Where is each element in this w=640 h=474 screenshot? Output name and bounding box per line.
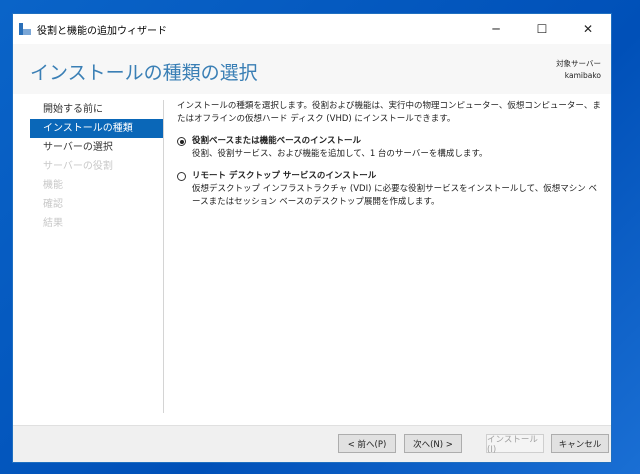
cancel-button[interactable]: キャンセル — [551, 434, 609, 453]
next-button[interactable]: 次へ(N) > — [404, 434, 462, 453]
nav-server-selection[interactable]: サーバーの選択 — [30, 138, 164, 157]
nav-features: 機能 — [43, 180, 63, 191]
nav-results: 結果 — [43, 218, 63, 229]
content-pane: インストールの種類を選択します。役割および機能は、実行中の物理コンピューター、仮… — [177, 100, 601, 209]
target-server-label: 対象サーバー — [556, 59, 601, 68]
option-remote-desktop[interactable]: リモート デスクトップ サービスのインストール 仮想デスクトップ インフラストラ… — [177, 170, 601, 209]
option-description: 役割、役割サービス、および機能を追加して、1 台のサーバーを構成します。 — [192, 149, 488, 159]
option-label[interactable]: リモート デスクトップ サービスのインストール — [192, 170, 376, 183]
target-server-name: kamibako — [564, 71, 601, 80]
nav-confirmation: 確認 — [43, 199, 63, 210]
divider — [163, 100, 164, 413]
window-title: 役割と機能の追加ウィザード — [37, 25, 167, 37]
wizard-window: 役割と機能の追加ウィザード ─ ☐ ✕ インストールの種類の選択 対象サーバー … — [12, 13, 612, 463]
footer: < 前へ(P) 次へ(N) > インストール(I) キャンセル — [13, 425, 611, 462]
option-label[interactable]: 役割ベースまたは機能ベースのインストール — [192, 135, 361, 148]
previous-button[interactable]: < 前へ(P) — [338, 434, 396, 453]
maximize-button[interactable]: ☐ — [519, 14, 565, 44]
target-server: 対象サーバー kamibako — [556, 58, 601, 82]
install-button: インストール(I) — [486, 434, 544, 455]
nav-before-you-begin[interactable]: 開始する前に — [30, 100, 164, 119]
radio-role-based[interactable] — [177, 137, 186, 146]
minimize-button[interactable]: ─ — [473, 14, 519, 44]
radio-remote-desktop[interactable] — [177, 172, 186, 181]
intro-text: インストールの種類を選択します。役割および機能は、実行中の物理コンピューター、仮… — [177, 101, 601, 124]
page-header: インストールの種類の選択 対象サーバー kamibako — [13, 44, 611, 94]
nav-installation-type[interactable]: インストールの種類 — [30, 119, 164, 138]
server-manager-icon — [19, 23, 31, 35]
page-title: インストールの種類の選択 — [30, 62, 258, 84]
option-role-based[interactable]: 役割ベースまたは機能ベースのインストール 役割、役割サービス、および機能を追加し… — [177, 135, 601, 161]
title-bar[interactable]: 役割と機能の追加ウィザード ─ ☐ ✕ — [13, 14, 611, 44]
option-description: 仮想デスクトップ インフラストラクチャ (VDI) に必要な役割サービスをインス… — [192, 184, 597, 207]
nav-server-roles: サーバーの役割 — [43, 161, 113, 172]
close-button[interactable]: ✕ — [565, 14, 611, 44]
wizard-steps: 開始する前に インストールの種類 サーバーの選択 サーバーの役割 機能 確認 結… — [30, 100, 164, 233]
